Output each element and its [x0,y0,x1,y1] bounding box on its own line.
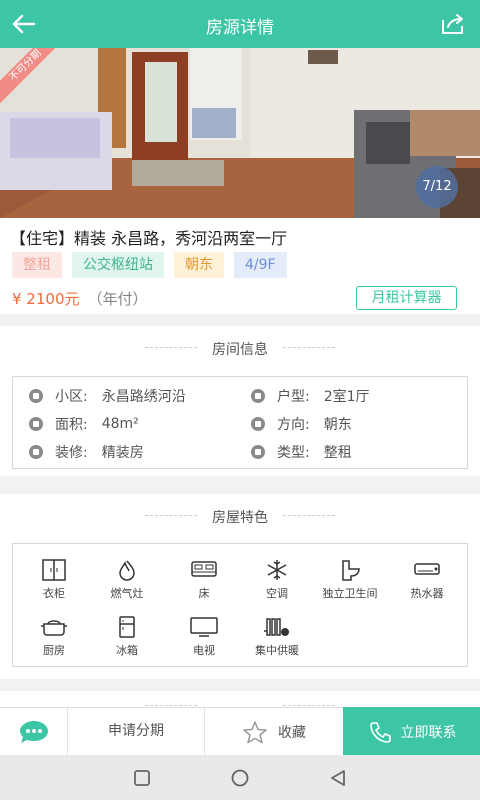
info-community: 小区: 永昌路绣河沿 [29,386,186,406]
feature-heating: 集中供暖 [232,616,322,658]
tv-icon [190,617,218,637]
wardrobe-icon [42,559,66,581]
price-unit: （年付） [87,290,148,308]
info-value: 朝东 [323,417,352,433]
share-icon[interactable] [440,12,466,36]
info-label: 面积: [55,417,88,433]
info-value: 永昌路绣河沿 [101,389,186,405]
community-icon [29,389,43,403]
tag-floor: 4/9F [234,252,287,278]
bed-icon [191,561,217,577]
type-icon [251,445,265,459]
info-type: 类型: 整租 [251,442,352,462]
section-title: 房屋特色 [212,510,268,526]
rent-price: ¥ 2100元 （年付） [12,288,148,309]
room-info-row: 装修: 精装房 类型: 整租 [13,442,467,462]
room-info-box: 小区: 永昌路绣河沿 户型: 2室1厅 面积: 48m² 方向: 朝东 装修: … [12,376,468,469]
air-conditioner-icon [267,560,287,580]
favorite-button[interactable]: 收藏 [205,708,343,756]
layout-icon [251,389,265,403]
feature-label: 厨房 [43,644,65,657]
decoration-icon [29,445,43,459]
recent-apps-icon[interactable] [132,768,152,788]
info-layout: 户型: 2室1厅 [251,386,370,406]
divider [145,705,197,706]
feature-label: 电视 [193,644,215,657]
feature-label: 床 [198,587,210,600]
listing-summary: 【住宅】精装 永昌路，秀河沿两室一厅 整租 公交枢纽站 朝东 4/9F ¥ 21… [0,218,480,314]
info-value: 2室1厅 [323,389,370,405]
fridge-icon [119,616,135,638]
gas-stove-icon [119,560,135,581]
feature-water-heater: 热水器 [382,559,472,601]
feature-label: 空调 [266,587,288,600]
info-label: 方向: [277,417,310,433]
top-bar: 房源详情 [0,0,480,48]
info-decoration: 装修: 精装房 [29,442,144,462]
bathroom-icon [342,560,360,581]
info-value: 精装房 [101,445,144,461]
features-box: 衣柜 燃气灶 床 空调 独立卫生间 热水器 厨房 冰箱 电视 集中供暖 [12,543,468,667]
feature-label: 燃气灶 [110,587,144,600]
page-title: 房源详情 [206,18,274,38]
heating-icon [264,618,289,636]
info-area: 面积: 48m² [29,414,139,434]
apply-installment-button[interactable]: 申请分期 [68,708,205,756]
feature-label: 热水器 [410,587,444,600]
direction-icon [251,417,265,431]
features-section: 房屋特色 衣柜 燃气灶 床 空调 独立卫生间 热水器 厨房 冰箱 电视 集中供暖 [0,494,480,679]
photo-counter: 7/12 [416,166,458,208]
divider [283,515,335,516]
room-info-row: 面积: 48m² 方向: 朝东 [13,414,467,434]
info-label: 户型: [277,389,310,405]
photo-gallery[interactable]: 不可分期 7/12 [0,48,480,218]
room-info-row: 小区: 永昌路绣河沿 户型: 2室1厅 [13,386,467,406]
info-direction: 方向: 朝东 [251,414,352,434]
room-info-section: 房间信息 小区: 永昌路绣河沿 户型: 2室1厅 面积: 48m² 方向: 朝东… [0,326,480,476]
back-triangle-icon[interactable] [328,768,348,788]
favorite-label: 收藏 [278,725,306,741]
chat-icon [19,721,48,743]
bottom-action-bar: 申请分期 收藏 立即联系 [0,707,480,756]
info-label: 小区: [55,389,88,405]
info-label: 类型: [277,445,310,461]
tag-transit: 公交枢纽站 [72,252,164,278]
chat-button[interactable] [0,708,68,756]
system-navigation-bar [0,755,480,800]
tag-list: 整租 公交枢纽站 朝东 4/9F [12,252,287,278]
home-icon[interactable] [229,768,251,788]
divider [283,347,335,348]
price-value: ¥ 2100元 [12,290,80,308]
tag-orientation: 朝东 [174,252,224,278]
contact-label: 立即联系 [400,724,457,741]
divider [283,705,335,706]
rent-calculator-button[interactable]: 月租计算器 [356,286,457,310]
info-value: 整租 [323,445,352,461]
phone-icon [369,721,391,743]
room-photo [0,48,480,218]
water-heater-icon [414,563,440,575]
info-value: 48m² [101,416,139,432]
feature-label: 冰箱 [116,644,138,657]
kitchen-icon [41,620,67,636]
area-icon [29,417,43,431]
feature-label: 衣柜 [43,587,65,600]
info-label: 装修: [55,445,88,461]
section-title: 房间信息 [212,342,268,358]
listing-title: 【住宅】精装 永昌路，秀河沿两室一厅 [10,229,288,248]
contact-now-button[interactable]: 立即联系 [343,707,480,756]
feature-label: 独立卫生间 [322,587,378,600]
tag-rent-type: 整租 [12,252,62,278]
feature-label: 集中供暖 [255,644,299,657]
star-icon [243,721,267,744]
